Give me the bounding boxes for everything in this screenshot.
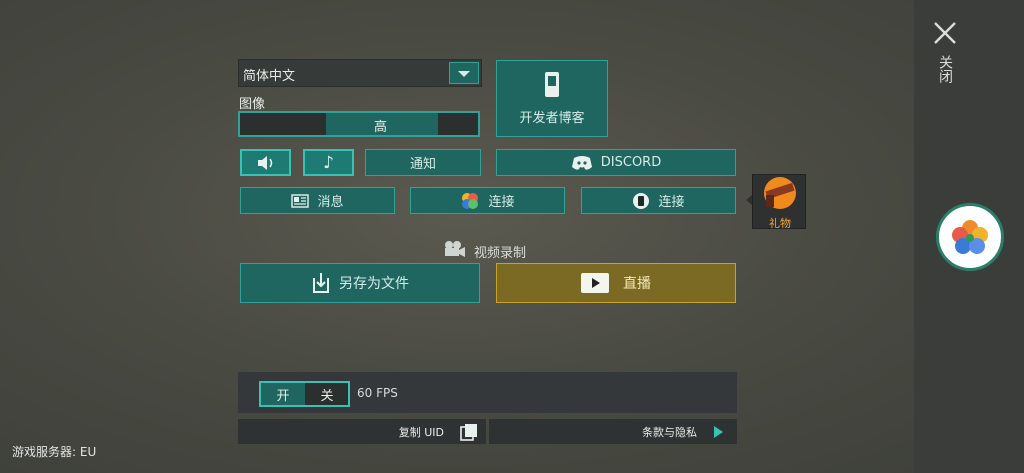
- news-label: 消息: [317, 195, 344, 210]
- connect-label-1: 连接: [488, 195, 515, 210]
- graphics-slider[interactable]: 高: [238, 111, 480, 137]
- copy-uid-button[interactable]: 复制 UID: [238, 419, 486, 444]
- dev-blog-label: 开发者博客: [519, 111, 585, 126]
- dev-blog-button[interactable]: 开发者博客: [496, 60, 608, 137]
- notification-button[interactable]: 通知: [365, 149, 481, 176]
- graphics-value: 高: [374, 120, 388, 135]
- play-icon: [581, 273, 609, 293]
- music-note-icon: ♪: [323, 152, 334, 173]
- fps-toggle[interactable]: 开 关: [259, 381, 350, 407]
- save-to-file-label: 另存为文件: [339, 276, 409, 292]
- notification-label: 通知: [409, 157, 436, 172]
- speaker-icon: [257, 155, 272, 170]
- graphics-label: 图像: [239, 97, 266, 112]
- gift-badge-icon: [764, 177, 796, 209]
- connect-other-button[interactable]: 连接: [581, 187, 736, 214]
- phone-circle-icon: [633, 192, 650, 209]
- newspaper-icon: [291, 193, 310, 208]
- fps-value: 60 FPS: [357, 386, 398, 400]
- discord-button[interactable]: DISCORD: [496, 149, 736, 176]
- live-stream-button[interactable]: 直播: [496, 263, 736, 303]
- language-select[interactable]: 简体中文: [238, 59, 482, 87]
- live-stream-label: 直播: [623, 276, 651, 292]
- terms-privacy-label: 条款与隐私: [642, 425, 697, 439]
- news-button[interactable]: 消息: [240, 187, 395, 214]
- gift-button[interactable]: 礼物: [752, 174, 806, 230]
- fps-on-option[interactable]: 开: [261, 383, 305, 405]
- play-arrow-icon: [714, 425, 723, 438]
- phone-icon: [545, 72, 559, 97]
- game-center-icon: [462, 192, 479, 209]
- flower-logo-icon: [952, 220, 988, 254]
- video-recording-label: 视频录制: [474, 246, 527, 261]
- terms-privacy-button[interactable]: 条款与隐私: [489, 419, 737, 444]
- discord-label: DISCORD: [600, 155, 662, 170]
- music-toggle[interactable]: ♪: [303, 149, 354, 176]
- copy-uid-label: 复制 UID: [398, 425, 444, 439]
- discord-icon: [571, 155, 592, 170]
- download-icon: [313, 273, 329, 293]
- video-camera-icon: [444, 240, 465, 258]
- fps-off-label: 关: [320, 388, 334, 404]
- gift-pointer: [746, 195, 752, 205]
- connect-label-2: 连接: [658, 195, 685, 210]
- close-icon[interactable]: [932, 20, 958, 46]
- chevron-down-icon[interactable]: [449, 62, 479, 84]
- copy-icon: [460, 423, 477, 441]
- connect-game-center-button[interactable]: 连接: [410, 187, 565, 214]
- game-server-label: 游戏服务器: EU: [12, 445, 97, 459]
- game-center-button[interactable]: [936, 203, 1004, 271]
- fps-off-option[interactable]: 关: [306, 383, 348, 405]
- fps-on-label: 开: [276, 388, 290, 404]
- save-to-file-button[interactable]: 另存为文件: [240, 263, 480, 303]
- sound-toggle[interactable]: [240, 149, 291, 176]
- gift-label: 礼物: [769, 217, 791, 230]
- language-value: 简体中文: [243, 69, 296, 84]
- close-label: 关闭: [937, 55, 953, 83]
